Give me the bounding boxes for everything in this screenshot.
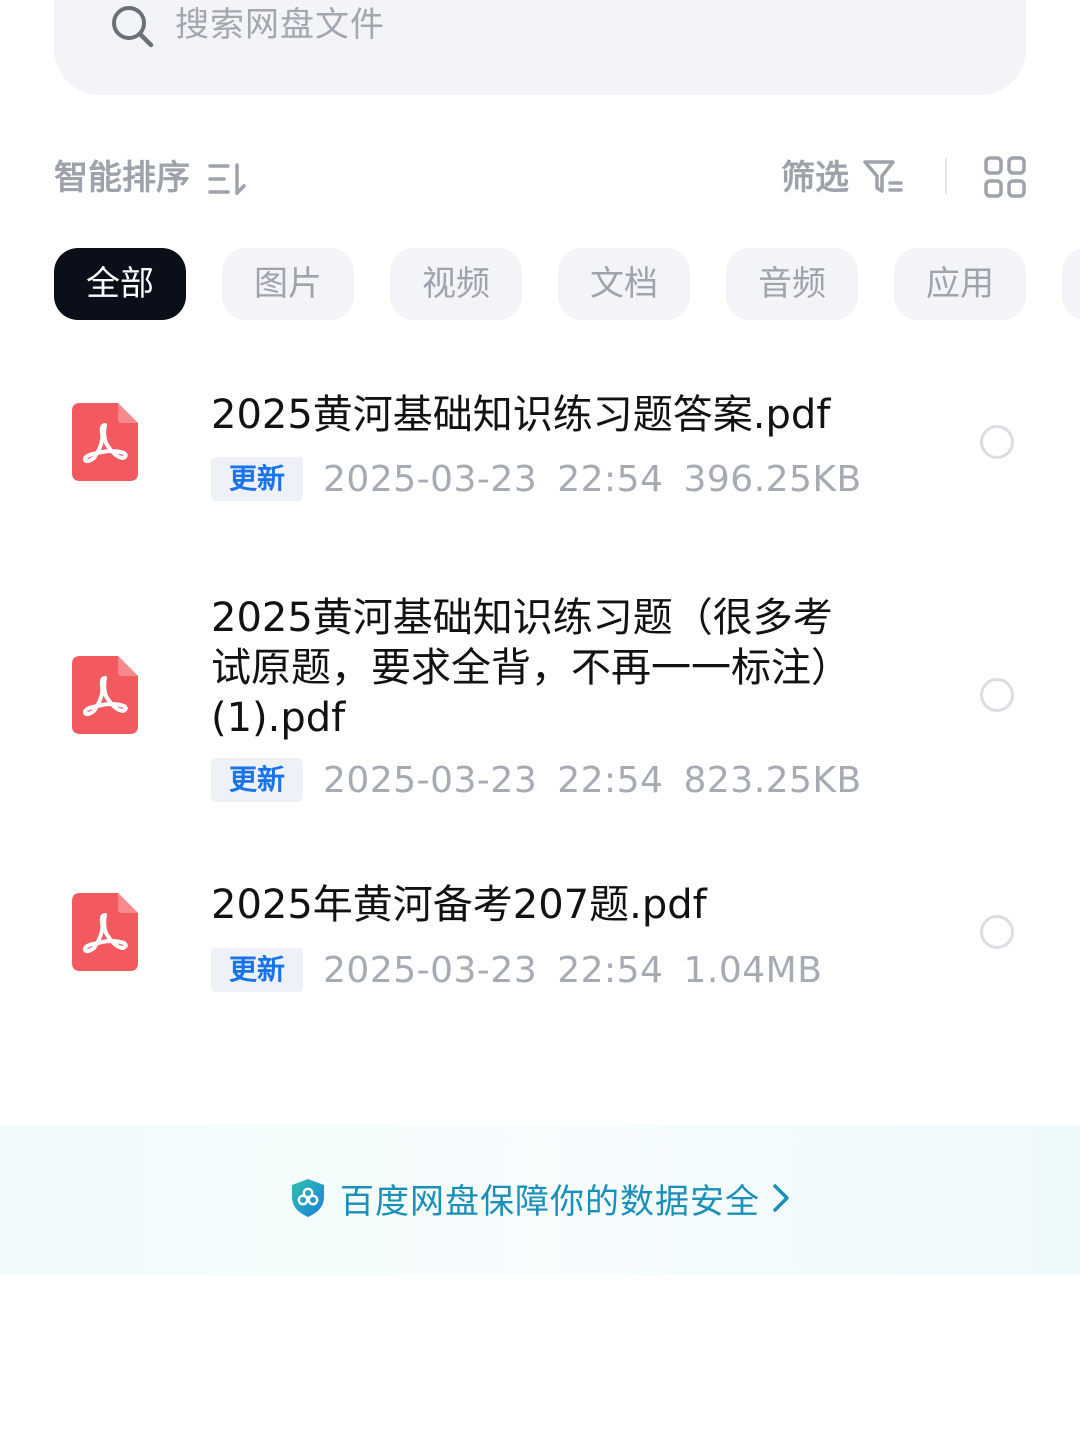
search-input[interactable]: 搜索网盘文件 [175,2,385,48]
shield-icon [292,1179,324,1217]
file-time: 22:54 [557,949,664,991]
grid-view-icon[interactable] [984,156,1026,198]
file-list-item[interactable]: 2025年黄河备考207题.pdf 更新 2025-03-23 22:54 1.… [0,860,1080,1010]
file-date: 2025-03-23 [323,458,538,500]
file-meta: 更新 2025-03-23 22:54 396.25KB [211,456,862,502]
sort-button[interactable]: 智能排序 [54,155,190,201]
toolbar-divider [945,158,947,194]
select-checkbox[interactable] [980,915,1014,949]
select-checkbox[interactable] [980,678,1014,712]
update-badge: 更新 [211,457,304,501]
file-size: 823.25KB [683,759,862,801]
pdf-icon [72,893,138,971]
update-badge: 更新 [211,948,304,992]
tab-audio[interactable]: 音频 [726,248,858,320]
tab-apps[interactable]: 应用 [894,248,1026,320]
file-list-item[interactable]: 2025黄河基础知识练习题（很多考 试原题，要求全背，不再一一标注） (1).p… [0,590,1080,810]
file-name-line: 试原题，要求全背，不再一一标注） [211,645,851,691]
tab-images[interactable]: 图片 [222,248,354,320]
file-name-line: 2025年黄河备考207题.pdf [211,882,707,928]
file-size: 1.04MB [683,949,823,991]
file-time: 22:54 [557,458,664,500]
pdf-icon [72,656,138,734]
file-size: 396.25KB [683,458,862,500]
tab-all[interactable]: 全部 [54,248,186,320]
chevron-right-icon [773,1184,789,1212]
file-list-item[interactable]: 2025黄河基础知识练习题答案.pdf 更新 2025-03-23 22:54 … [0,370,1080,540]
category-tabs: 全部 图片 视频 文档 音频 应用 [54,248,1080,320]
tab-more[interactable] [1062,248,1080,320]
file-name-line: (1).pdf [211,695,346,741]
file-name-line: 2025黄河基础知识练习题（很多考 [211,595,833,641]
file-meta: 更新 2025-03-23 22:54 823.25KB [211,757,862,803]
file-name-line: 2025黄河基础知识练习题答案.pdf [211,392,831,438]
select-checkbox[interactable] [980,425,1014,459]
tab-videos[interactable]: 视频 [390,248,522,320]
file-date: 2025-03-23 [323,949,538,991]
search-icon [112,6,154,48]
file-time: 22:54 [557,759,664,801]
pdf-icon [72,403,138,481]
filter-icon[interactable] [862,158,904,196]
security-banner-text: 百度网盘保障你的数据安全 [340,1181,760,1222]
file-meta: 更新 2025-03-23 22:54 1.04MB [211,947,822,993]
file-name[interactable]: 2025黄河基础知识练习题（很多考 试原题，要求全背，不再一一标注） (1).p… [211,593,911,743]
file-name[interactable]: 2025黄河基础知识练习题答案.pdf [211,390,911,440]
tab-documents[interactable]: 文档 [558,248,690,320]
security-banner-link[interactable]: 百度网盘保障你的数据安全 [0,1174,1080,1222]
sort-icon[interactable] [208,162,248,196]
update-badge: 更新 [211,758,304,802]
file-name[interactable]: 2025年黄河备考207题.pdf [211,880,911,930]
filter-button[interactable]: 筛选 [781,155,849,201]
file-date: 2025-03-23 [323,759,538,801]
